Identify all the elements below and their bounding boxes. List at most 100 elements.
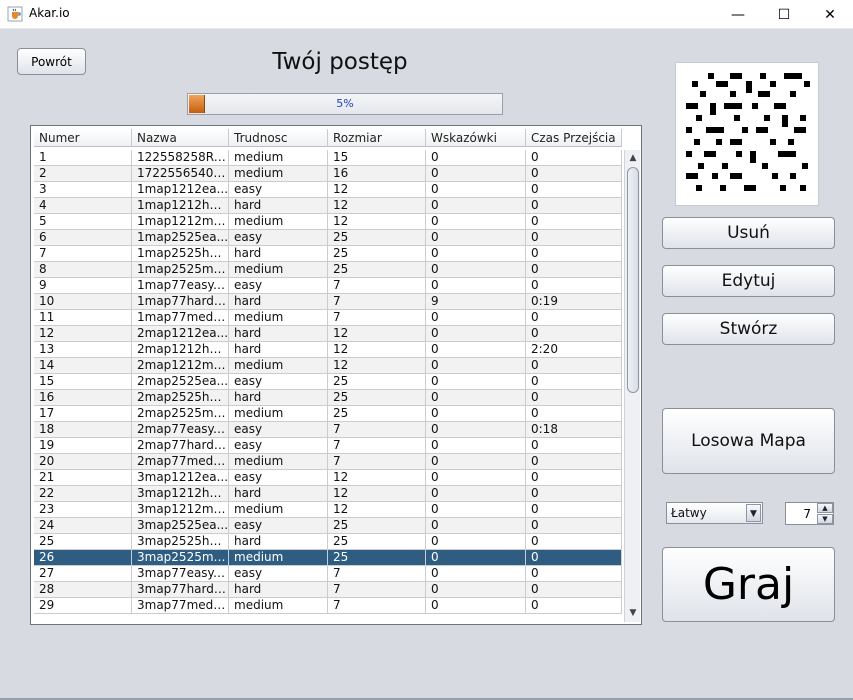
cell-numer[interactable]: 3 (34, 182, 132, 197)
cell-nazwa[interactable]: 1map77hard.... (132, 294, 229, 309)
play-button[interactable]: Graj (662, 547, 835, 622)
cell-czas-przejscia[interactable]: 0 (526, 598, 622, 613)
table-row[interactable]: 16 2map2525har... hard 25 0 0 (34, 390, 622, 406)
table-row[interactable]: 27 3map77easy.... easy 7 0 0 (34, 566, 622, 582)
cell-czas-przejscia[interactable]: 0 (526, 534, 622, 549)
cell-nazwa[interactable]: 2map2525ea... (132, 374, 229, 389)
cell-nazwa[interactable]: 2map2525har... (132, 390, 229, 405)
cell-wskazowki[interactable]: 0 (426, 150, 526, 165)
cell-wskazowki[interactable]: 0 (426, 438, 526, 453)
cell-wskazowki[interactable]: 0 (426, 278, 526, 293)
cell-trudnosc[interactable]: easy (229, 374, 328, 389)
table-row[interactable]: 12 2map1212ea... hard 12 0 0 (34, 326, 622, 342)
cell-czas-przejscia[interactable]: 0 (526, 358, 622, 373)
cell-numer[interactable]: 20 (34, 454, 132, 469)
cell-nazwa[interactable]: 2map1212ea... (132, 326, 229, 341)
cell-wskazowki[interactable]: 0 (426, 566, 526, 581)
cell-czas-przejscia[interactable]: 0 (526, 502, 622, 517)
cell-rozmiar[interactable]: 7 (328, 454, 426, 469)
cell-numer[interactable]: 26 (34, 550, 132, 565)
cell-wskazowki[interactable]: 0 (426, 262, 526, 277)
table-row[interactable]: 13 2map1212har... hard 12 0 2:20 (34, 342, 622, 358)
table-row[interactable]: 1 122558258Ra... medium 15 0 0 (34, 150, 622, 166)
cell-rozmiar[interactable]: 7 (328, 598, 426, 613)
cell-czas-przejscia[interactable]: 0 (526, 150, 622, 165)
cell-wskazowki[interactable]: 0 (426, 390, 526, 405)
cell-nazwa[interactable]: 2map77easy.... (132, 422, 229, 437)
cell-nazwa[interactable]: 3map2525har... (132, 534, 229, 549)
cell-numer[interactable]: 28 (34, 582, 132, 597)
cell-nazwa[interactable]: 2map77hard.... (132, 438, 229, 453)
cell-nazwa[interactable]: 1map2525me... (132, 262, 229, 277)
cell-numer[interactable]: 12 (34, 326, 132, 341)
size-spinner[interactable]: 7 ▲ ▼ (785, 502, 834, 525)
cell-czas-przejscia[interactable]: 0 (526, 470, 622, 485)
cell-numer[interactable]: 4 (34, 198, 132, 213)
delete-button[interactable]: Usuń (662, 217, 835, 249)
cell-nazwa[interactable]: 3map2525me... (132, 550, 229, 565)
cell-czas-przejscia[interactable]: 0 (526, 486, 622, 501)
cell-numer[interactable]: 27 (34, 566, 132, 581)
cell-trudnosc[interactable]: medium (229, 166, 328, 181)
cell-czas-przejscia[interactable]: 0 (526, 166, 622, 181)
table-row[interactable]: 5 1map1212me... medium 12 0 0 (34, 214, 622, 230)
scroll-up-arrow-icon[interactable]: ▲ (625, 151, 641, 165)
cell-trudnosc[interactable]: medium (229, 358, 328, 373)
table-row[interactable]: 22 3map1212har... hard 12 0 0 (34, 486, 622, 502)
cell-nazwa[interactable]: 1map77easy.... (132, 278, 229, 293)
cell-rozmiar[interactable]: 7 (328, 582, 426, 597)
cell-wskazowki[interactable]: 0 (426, 374, 526, 389)
cell-trudnosc[interactable]: hard (229, 486, 328, 501)
cell-rozmiar[interactable]: 7 (328, 566, 426, 581)
cell-nazwa[interactable]: 2map77medi... (132, 454, 229, 469)
table-row[interactable]: 7 1map2525har... hard 25 0 0 (34, 246, 622, 262)
cell-wskazowki[interactable]: 0 (426, 518, 526, 533)
cell-nazwa[interactable]: 3map1212me... (132, 502, 229, 517)
cell-rozmiar[interactable]: 12 (328, 342, 426, 357)
table-row[interactable]: 20 2map77medi... medium 7 0 0 (34, 454, 622, 470)
table-row[interactable]: 9 1map77easy.... easy 7 0 0 (34, 278, 622, 294)
cell-trudnosc[interactable]: hard (229, 246, 328, 261)
cell-trudnosc[interactable]: hard (229, 390, 328, 405)
table-row[interactable]: 23 3map1212me... medium 12 0 0 (34, 502, 622, 518)
column-header-nazwa[interactable]: Nazwa (132, 129, 229, 147)
cell-rozmiar[interactable]: 15 (328, 150, 426, 165)
cell-wskazowki[interactable]: 0 (426, 422, 526, 437)
cell-wskazowki[interactable]: 0 (426, 454, 526, 469)
cell-numer[interactable]: 16 (34, 390, 132, 405)
cell-czas-przejscia[interactable]: 0 (526, 198, 622, 213)
table-row[interactable]: 14 2map1212me... medium 12 0 0 (34, 358, 622, 374)
table-row[interactable]: 26 3map2525me... medium 25 0 0 (34, 550, 622, 566)
table-row[interactable]: 10 1map77hard.... hard 7 9 0:19 (34, 294, 622, 310)
cell-czas-przejscia[interactable]: 0 (526, 566, 622, 581)
cell-czas-przejscia[interactable]: 0 (526, 438, 622, 453)
cell-rozmiar[interactable]: 25 (328, 406, 426, 421)
size-value[interactable]: 7 (803, 507, 811, 521)
cell-rozmiar[interactable]: 25 (328, 230, 426, 245)
cell-numer[interactable]: 18 (34, 422, 132, 437)
cell-trudnosc[interactable]: medium (229, 310, 328, 325)
cell-rozmiar[interactable]: 16 (328, 166, 426, 181)
cell-wskazowki[interactable]: 0 (426, 166, 526, 181)
cell-rozmiar[interactable]: 12 (328, 326, 426, 341)
cell-numer[interactable]: 10 (34, 294, 132, 309)
cell-trudnosc[interactable]: easy (229, 518, 328, 533)
cell-nazwa[interactable]: 3map77hard.... (132, 582, 229, 597)
cell-nazwa[interactable]: 122558258Ra... (132, 150, 229, 165)
cell-czas-przejscia[interactable]: 0 (526, 182, 622, 197)
cell-czas-przejscia[interactable]: 0 (526, 518, 622, 533)
close-button[interactable]: ✕ (807, 0, 853, 29)
cell-czas-przejscia[interactable]: 0 (526, 278, 622, 293)
cell-nazwa[interactable]: 2map2525me... (132, 406, 229, 421)
create-button[interactable]: Stwórz (662, 313, 835, 345)
cell-czas-przejscia[interactable]: 0 (526, 230, 622, 245)
scroll-down-arrow-icon[interactable]: ▼ (625, 606, 641, 620)
cell-wskazowki[interactable]: 0 (426, 198, 526, 213)
cell-nazwa[interactable]: 1722556540R... (132, 166, 229, 181)
back-button[interactable]: Powrót (17, 48, 86, 75)
cell-czas-przejscia[interactable]: 2:20 (526, 342, 622, 357)
cell-nazwa[interactable]: 3map77medi... (132, 598, 229, 613)
cell-numer[interactable]: 2 (34, 166, 132, 181)
column-header-rozmiar[interactable]: Rozmiar (328, 129, 426, 147)
cell-czas-przejscia[interactable]: 0 (526, 310, 622, 325)
